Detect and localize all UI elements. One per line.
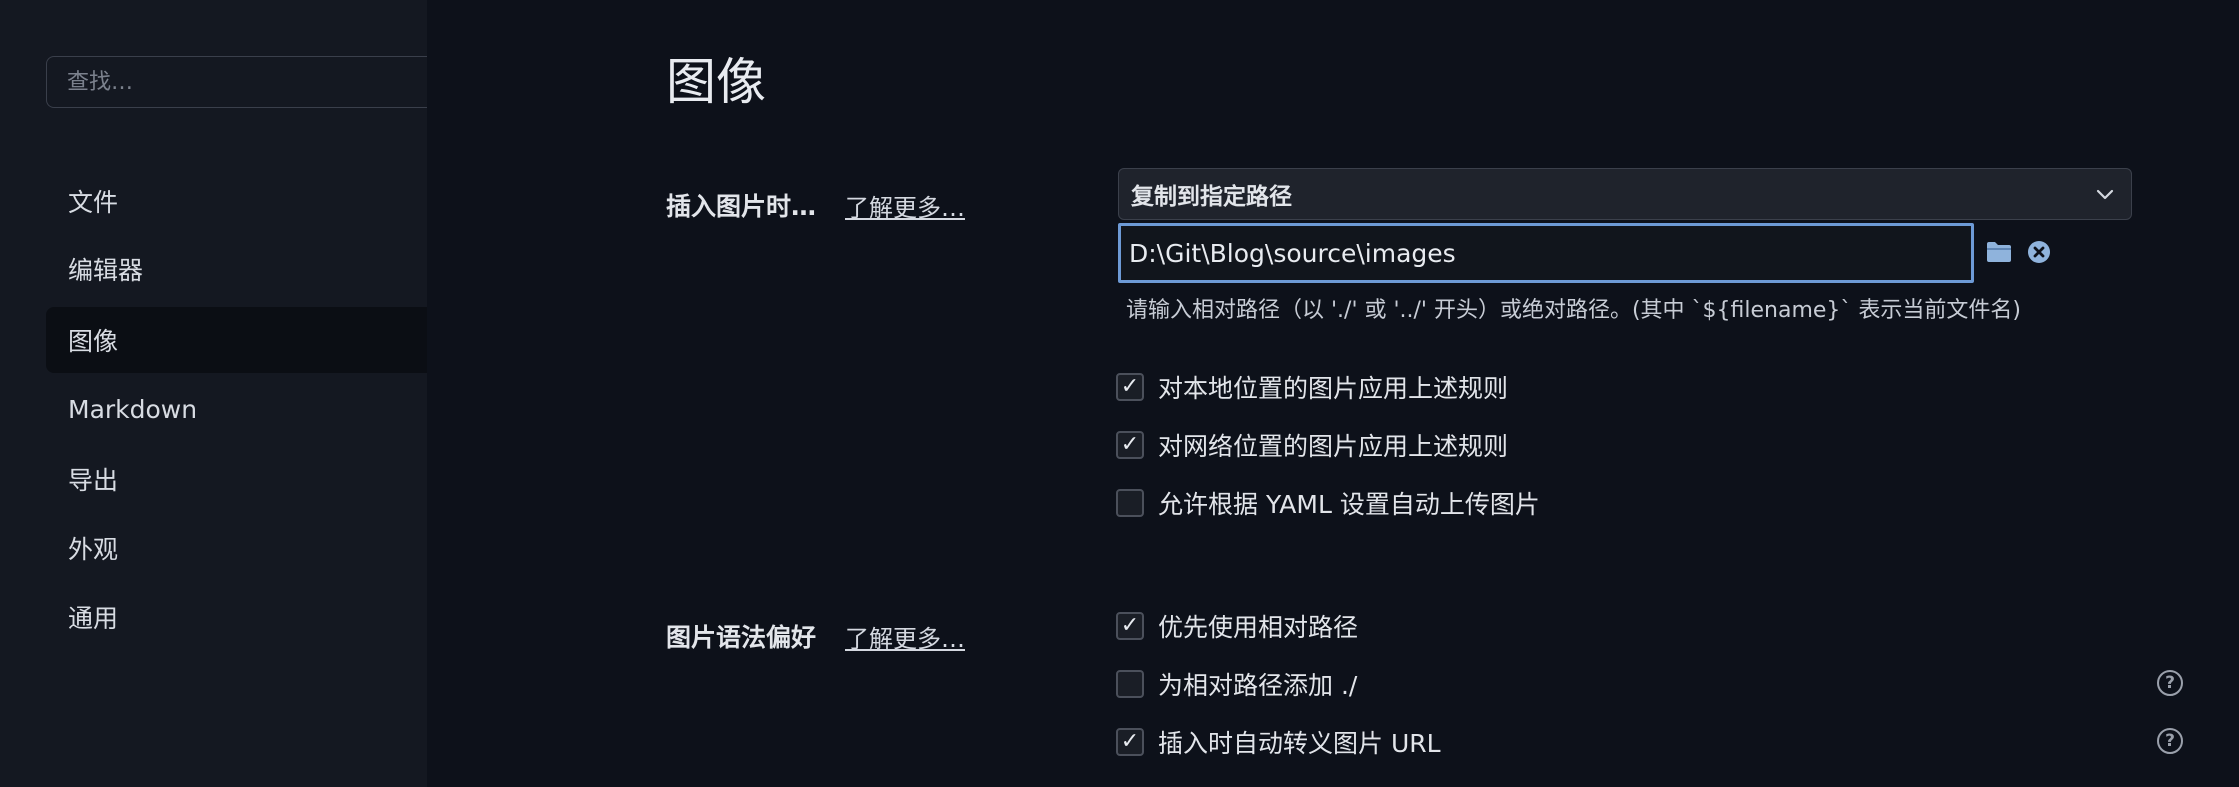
option-label: 允许根据 YAML 设置自动上传图片 — [1158, 490, 1540, 519]
option-label: 对本地位置的图片应用上述规则 — [1158, 374, 1509, 403]
sidebar-item-file[interactable]: 文件 — [46, 168, 427, 234]
chevron-down-icon — [2096, 189, 2114, 200]
insert-section-label: 插入图片时… — [666, 192, 817, 221]
option-label: 优先使用相对路径 — [1158, 613, 1359, 642]
clear-icon[interactable] — [2027, 240, 2051, 264]
insert-learn-more-link[interactable]: 了解更多… — [845, 188, 965, 223]
sidebar-item-export[interactable]: 导出 — [46, 446, 427, 512]
checkbox[interactable] — [1116, 489, 1144, 517]
checkbox[interactable]: ✓ — [1116, 728, 1144, 756]
syntax-section-label: 图片语法偏好 — [666, 623, 817, 652]
sidebar-item-label: 编辑器 — [68, 256, 144, 285]
checkbox[interactable]: ✓ — [1116, 431, 1144, 459]
option-apply-local[interactable]: ✓ 对本地位置的图片应用上述规则 — [1116, 369, 1508, 405]
sidebar: 文件 编辑器 图像 Markdown 导出 外观 通用 — [0, 0, 427, 787]
sidebar-item-label: 导出 — [68, 466, 119, 495]
path-hint-text: 请输入相对路径（以 './' 或 '../' 开头）或绝对路径。(其中 `${f… — [1126, 298, 2022, 323]
syntax-learn-more-link[interactable]: 了解更多… — [845, 619, 965, 654]
sidebar-item-markdown[interactable]: Markdown — [46, 376, 427, 442]
search-input[interactable] — [46, 56, 427, 108]
option-prefer-relative[interactable]: ✓ 优先使用相对路径 — [1116, 608, 1358, 644]
sidebar-item-label: 图像 — [68, 327, 119, 356]
option-label: 插入时自动转义图片 URL — [1158, 729, 1441, 758]
option-label: 对网络位置的图片应用上述规则 — [1158, 432, 1509, 461]
insert-action-value: 复制到指定路径 — [1131, 184, 1292, 210]
help-icon[interactable]: ? — [2157, 728, 2183, 754]
sidebar-item-label: 外观 — [68, 535, 119, 564]
folder-icon[interactable] — [1985, 240, 2013, 264]
option-label: 为相对路径添加 ./ — [1158, 671, 1358, 700]
checkbox[interactable]: ✓ — [1116, 373, 1144, 401]
sidebar-item-label: Markdown — [68, 394, 198, 424]
sidebar-item-image[interactable]: 图像 — [46, 307, 427, 373]
option-auto-upload-yaml[interactable]: 允许根据 YAML 设置自动上传图片 — [1116, 485, 1540, 521]
option-add-dot-slash[interactable]: 为相对路径添加 ./ — [1116, 666, 1357, 702]
checkbox[interactable] — [1116, 670, 1144, 698]
sidebar-item-appearance[interactable]: 外观 — [46, 515, 427, 581]
option-apply-network[interactable]: ✓ 对网络位置的图片应用上述规则 — [1116, 427, 1508, 463]
sidebar-item-label: 文件 — [68, 188, 119, 217]
help-icon[interactable]: ? — [2157, 670, 2183, 696]
option-escape-url[interactable]: ✓ 插入时自动转义图片 URL — [1116, 724, 1441, 760]
insert-action-select[interactable]: 复制到指定路径 — [1118, 168, 2132, 220]
image-path-input[interactable] — [1118, 223, 1974, 283]
checkbox[interactable]: ✓ — [1116, 612, 1144, 640]
sidebar-item-general[interactable]: 通用 — [46, 584, 427, 650]
sidebar-item-editor[interactable]: 编辑器 — [46, 236, 427, 302]
sidebar-item-label: 通用 — [68, 604, 119, 633]
page-title: 图像 — [666, 53, 766, 111]
